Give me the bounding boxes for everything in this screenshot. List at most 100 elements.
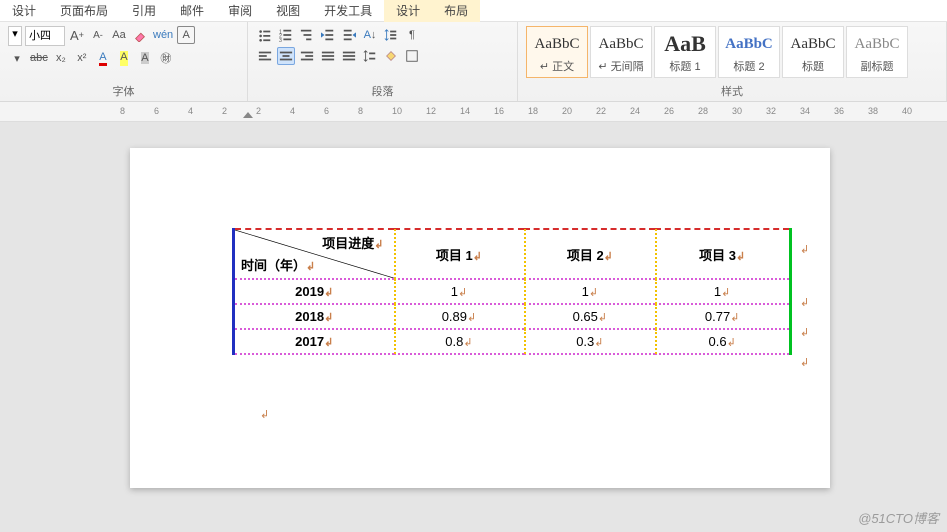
borders-button[interactable] xyxy=(403,47,421,65)
table-cell[interactable]: 1↲ xyxy=(394,279,525,304)
grow-font-button[interactable]: A+ xyxy=(68,26,86,44)
style-item-subtitle[interactable]: AaBbC 副标题 xyxy=(846,26,908,78)
numbering-icon: 123 xyxy=(279,28,293,42)
shrink-font-button[interactable]: A- xyxy=(89,26,107,44)
spacing-icon xyxy=(363,49,377,63)
svg-text:3: 3 xyxy=(279,38,282,42)
group-title-paragraph: 段落 xyxy=(256,83,509,99)
menu-tab-view[interactable]: 视图 xyxy=(264,0,312,22)
indent-button[interactable] xyxy=(340,26,358,44)
table-cell[interactable]: 0.6↲ xyxy=(655,329,790,354)
outdent-button[interactable] xyxy=(319,26,337,44)
table-row-label[interactable]: 2019↲ xyxy=(234,279,394,304)
document-area[interactable]: 项目进度↲ 时间（年）↲ 项目 1↲ 项目 2↲ 项目 3↲ 2019↲ 1↲ … xyxy=(0,122,947,532)
align-left-icon xyxy=(258,49,272,63)
menu-tab-references[interactable]: 引用 xyxy=(120,0,168,22)
menu-tab-table-design[interactable]: 设计 xyxy=(384,0,432,22)
style-item-body[interactable]: AaBbC ↵ 正文 xyxy=(526,26,588,78)
sort-button[interactable]: A↓ xyxy=(361,26,379,44)
ribbon-group-paragraph: 123 A↓ ¶ xyxy=(248,22,518,101)
highlight-button[interactable]: A xyxy=(115,49,133,67)
table-cell[interactable]: 0.3↲ xyxy=(524,329,655,354)
format-painter-stub[interactable]: ▾ xyxy=(8,49,26,67)
menu-tab-mailings[interactable]: 邮件 xyxy=(168,0,216,22)
table-header-cell[interactable]: 项目 3↲ xyxy=(655,229,790,279)
ruler-number: 4 xyxy=(290,106,295,116)
table-cell[interactable]: 1↲ xyxy=(524,279,655,304)
table-row-label[interactable]: 2017↲ xyxy=(234,329,394,354)
align-right-button[interactable] xyxy=(298,47,316,65)
style-preview: AaBbC xyxy=(785,30,841,58)
align-left-button[interactable] xyxy=(256,47,274,65)
ruler-number: 12 xyxy=(426,106,436,116)
table-row[interactable]: 2018↲ 0.89↲ 0.65↲ 0.77↲ xyxy=(234,304,791,329)
font-color-button[interactable]: A xyxy=(94,49,112,67)
char-border-button[interactable]: A xyxy=(177,26,195,44)
ribbon-group-font: ▾ 小四 A+ A- Aa wén A ▾ abє x₂ x² A A A xyxy=(0,22,248,101)
menu-tab-pagelayout[interactable]: 页面布局 xyxy=(48,0,120,22)
style-caption: 副标题 xyxy=(849,58,905,74)
multilevel-button[interactable] xyxy=(298,26,316,44)
table-cell[interactable]: 0.77↲ xyxy=(655,304,790,329)
table-cell[interactable]: 0.8↲ xyxy=(394,329,525,354)
group-title-styles: 样式 xyxy=(526,83,938,99)
table-corner-cell[interactable]: 项目进度↲ 时间（年）↲ xyxy=(234,229,394,279)
line-spacing-icon xyxy=(384,28,398,42)
change-case-button[interactable]: Aa xyxy=(110,26,128,44)
horizontal-ruler[interactable]: 8642246810121416182022242628303234363840 xyxy=(0,102,947,122)
table-row[interactable]: 2017↲ 0.8↲ 0.3↲ 0.6↲ xyxy=(234,329,791,354)
subscript-button[interactable]: x₂ xyxy=(52,49,70,67)
paragraph-spacing-button[interactable] xyxy=(361,47,379,65)
menu-tab-table-layout[interactable]: 布局 xyxy=(432,0,480,22)
phonetic-guide-button[interactable]: wén xyxy=(152,26,174,44)
word-table[interactable]: 项目进度↲ 时间（年）↲ 项目 1↲ 项目 2↲ 项目 3↲ 2019↲ 1↲ … xyxy=(232,228,792,355)
align-distribute-icon xyxy=(342,49,356,63)
table-header-cell[interactable]: 项目 1↲ xyxy=(394,229,525,279)
ruler-number: 36 xyxy=(834,106,844,116)
bullets-button[interactable] xyxy=(256,26,274,44)
first-line-indent-marker[interactable] xyxy=(243,112,253,118)
menubar: 设计 页面布局 引用 邮件 审阅 视图 开发工具 设计 布局 xyxy=(0,0,947,22)
numbering-button[interactable]: 123 xyxy=(277,26,295,44)
align-distribute-button[interactable] xyxy=(340,47,358,65)
align-right-icon xyxy=(300,49,314,63)
line-spacing-button[interactable] xyxy=(382,26,400,44)
align-center-button[interactable] xyxy=(277,47,295,65)
font-size-combo[interactable]: 小四 xyxy=(25,26,65,46)
style-item-heading2[interactable]: AaBbC 标题 2 xyxy=(718,26,780,78)
ruler-number: 8 xyxy=(358,106,363,116)
enclose-char-button[interactable]: ㊖ xyxy=(157,49,175,67)
shading-button[interactable] xyxy=(382,47,400,65)
font-combo-stub[interactable]: ▾ xyxy=(8,26,22,46)
menu-tab-design[interactable]: 设计 xyxy=(0,0,48,22)
ruler-number: 34 xyxy=(800,106,810,116)
table-header-cell[interactable]: 项目 2↲ xyxy=(524,229,655,279)
style-caption: ↵ 无间隔 xyxy=(593,58,649,74)
menu-tab-review[interactable]: 审阅 xyxy=(216,0,264,22)
style-preview: AaBbC xyxy=(849,30,905,58)
style-item-title[interactable]: AaBbC 标题 xyxy=(782,26,844,78)
table-header-row[interactable]: 项目进度↲ 时间（年）↲ 项目 1↲ 项目 2↲ 项目 3↲ xyxy=(234,229,791,279)
superscript-button[interactable]: x² xyxy=(73,49,91,67)
style-gallery[interactable]: AaBbC ↵ 正文 AaBbC ↵ 无间隔 AaB 标题 1 AaBbC 标题… xyxy=(526,26,908,78)
menu-tab-devtools[interactable]: 开发工具 xyxy=(312,0,384,22)
clear-format-button[interactable] xyxy=(131,26,149,44)
bullets-icon xyxy=(258,28,272,42)
row-end-mark: ↲ xyxy=(800,243,809,256)
multilevel-icon xyxy=(300,28,314,42)
table-cell[interactable]: 1↲ xyxy=(655,279,790,304)
ribbon-group-styles: AaBbC ↵ 正文 AaBbC ↵ 无间隔 AaB 标题 1 AaBbC 标题… xyxy=(518,22,947,101)
style-item-nospacing[interactable]: AaBbC ↵ 无间隔 xyxy=(590,26,652,78)
style-caption: 标题 1 xyxy=(657,58,713,74)
ruler-number: 10 xyxy=(392,106,402,116)
table-row-label[interactable]: 2018↲ xyxy=(234,304,394,329)
ruler-number: 18 xyxy=(528,106,538,116)
table-row[interactable]: 2019↲ 1↲ 1↲ 1↲ xyxy=(234,279,791,304)
table-cell[interactable]: 0.89↲ xyxy=(394,304,525,329)
strikethrough-button[interactable]: abє xyxy=(29,49,49,67)
align-justify-button[interactable] xyxy=(319,47,337,65)
show-marks-button[interactable]: ¶ xyxy=(403,26,421,44)
table-cell[interactable]: 0.65↲ xyxy=(524,304,655,329)
char-shading-button[interactable]: A xyxy=(136,49,154,67)
style-item-heading1[interactable]: AaB 标题 1 xyxy=(654,26,716,78)
